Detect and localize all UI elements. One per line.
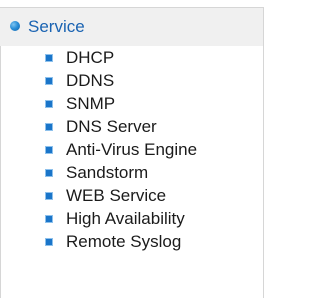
square-bullet-icon (45, 238, 53, 246)
square-bullet-icon (45, 215, 53, 223)
menu-item-label: Remote Syslog (66, 232, 182, 251)
menu-right-border (263, 46, 264, 298)
menu-item-label: DNS Server (66, 117, 157, 136)
menu-item-dns-server[interactable]: DNS Server (0, 116, 263, 139)
menu-item-web-service[interactable]: WEB Service (0, 185, 263, 208)
menu-item-label: Anti-Virus Engine (66, 140, 198, 159)
square-bullet-icon (45, 123, 53, 131)
menu-item-label: DDNS (66, 71, 115, 90)
menu-item-ddns[interactable]: DDNS (0, 70, 263, 93)
menu-item-dhcp[interactable]: DHCP (0, 47, 263, 70)
menu-item-sandstorm[interactable]: Sandstorm (0, 162, 263, 185)
menu-header-service[interactable]: Service (0, 8, 264, 46)
menu-item-label: SNMP (66, 94, 116, 113)
menu-item-label: Sandstorm (66, 163, 149, 182)
square-bullet-icon (45, 146, 53, 154)
menu-item-label: WEB Service (66, 186, 167, 205)
square-bullet-icon (45, 54, 53, 62)
round-bullet-icon (10, 21, 20, 31)
square-bullet-icon (45, 100, 53, 108)
menu-header-label: Service (28, 17, 85, 36)
menu-item-label: High Availability (66, 209, 185, 228)
menu-item-high-availability[interactable]: High Availability (0, 208, 263, 231)
menu-item-anti-virus-engine[interactable]: Anti-Virus Engine (0, 139, 263, 162)
menu-item-remote-syslog[interactable]: Remote Syslog (0, 231, 263, 254)
menu-item-snmp[interactable]: SNMP (0, 93, 263, 116)
service-submenu-list: DHCP DDNS SNMP DNS Server Anti-Virus Eng… (0, 47, 263, 254)
square-bullet-icon (45, 192, 53, 200)
square-bullet-icon (45, 77, 53, 85)
menu-item-label: DHCP (66, 48, 115, 67)
service-menu: Service DHCP DDNS SNMP DNS Server Anti-V… (0, 0, 282, 298)
square-bullet-icon (45, 169, 53, 177)
